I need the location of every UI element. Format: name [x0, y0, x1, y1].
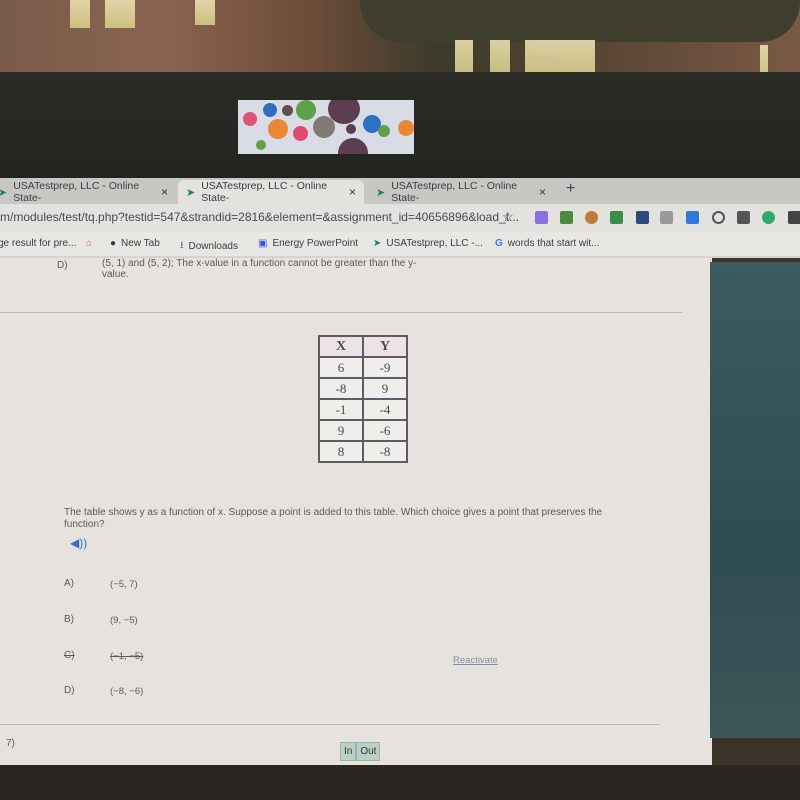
tab-title: USATestprep, LLC - Online State-	[13, 180, 140, 204]
choice-a-value[interactable]: (−5, 7)	[110, 579, 138, 590]
home-icon: ⌂	[86, 238, 93, 249]
browser-tab[interactable]: ➤ USATestprep, LLC - Online State- ×	[368, 180, 554, 204]
zoom-in-button[interactable]: In	[340, 742, 357, 761]
header-y: Y	[362, 335, 408, 358]
bookmark-item[interactable]: ge result for pre...	[0, 238, 76, 249]
divider	[0, 312, 682, 313]
bookmark-star-icon[interactable]: ☆	[502, 209, 514, 225]
favicon-icon: ➤	[0, 186, 8, 199]
classroom-icon: ▣	[258, 238, 268, 249]
choice-c-value[interactable]: (−1, −5)	[110, 651, 143, 662]
close-tab-icon[interactable]: ×	[539, 185, 546, 199]
camera-icon[interactable]	[636, 211, 649, 224]
favicon-icon: ➤	[376, 186, 386, 199]
zoom-out-button[interactable]: Out	[356, 742, 381, 761]
box-icon[interactable]	[660, 211, 673, 224]
grammarly-icon[interactable]	[762, 211, 775, 224]
close-tab-icon[interactable]: ×	[349, 185, 356, 199]
bookmark-item[interactable]: ⌂	[86, 238, 92, 249]
next-question-number: 7)	[6, 738, 15, 749]
browser-window: ➤ USATestprep, LLC - Online State- × ➤ U…	[0, 178, 800, 258]
table-row: 8 -8	[318, 440, 408, 463]
browser-tab[interactable]: ➤ USATestprep, LLC - Online State- ×	[0, 180, 176, 204]
browser-tab-active[interactable]: ➤ USATestprep, LLC - Online State- ×	[178, 180, 364, 204]
table-row: -8 9	[318, 377, 408, 400]
puzzle-icon[interactable]	[535, 211, 548, 224]
table-row: 6 -9	[318, 356, 408, 379]
table-header-row: X Y	[318, 335, 408, 358]
reactivate-link[interactable]: Reactivate	[453, 655, 498, 666]
tab-title: USATestprep, LLC - Online State-	[391, 180, 518, 204]
room-background	[0, 0, 800, 80]
close-tab-icon[interactable]: ×	[161, 185, 168, 199]
table-row: 9 -6	[318, 419, 408, 442]
bookmark-item[interactable]: ● New Tab	[110, 238, 160, 249]
tab-title: USATestprep, LLC - Online State-	[201, 180, 328, 204]
download-icon: ⭳	[180, 240, 184, 251]
choice-d-letter[interactable]: D)	[64, 685, 75, 696]
header-x: X	[318, 335, 364, 358]
choice-b-letter[interactable]: B)	[64, 614, 74, 625]
choice-b-value[interactable]: (9, −5)	[110, 615, 138, 626]
chrome-icon[interactable]	[585, 211, 598, 224]
prev-choice-letter: D)	[57, 260, 68, 271]
decorative-tape	[238, 100, 414, 154]
choice-c-letter[interactable]: C)	[64, 650, 75, 661]
right-panel	[710, 262, 800, 738]
tab-bar: ➤ USATestprep, LLC - Online State- × ➤ U…	[0, 178, 800, 204]
bookmark-item[interactable]: Gwords that start wit...	[495, 238, 599, 249]
bookmark-item[interactable]: ➤ USATestprep, LLC -...	[373, 238, 483, 249]
bookmark-item[interactable]: ⭳ Downloads	[180, 238, 238, 255]
speaker-icon[interactable]: ◀))	[70, 536, 87, 550]
cursor-icon: ➤	[373, 238, 382, 249]
prev-choice-text: (5, 1) and (5, 2); The x-value in a func…	[102, 258, 417, 280]
profile-icon[interactable]	[788, 211, 800, 224]
bookmark-item[interactable]: ▣ Energy PowerPoint	[258, 238, 358, 249]
b-icon[interactable]	[686, 211, 699, 224]
laptop-bottom-bezel	[0, 765, 800, 800]
zoom-controls: In Out	[340, 742, 381, 761]
question-text: The table shows y as a function of x. Su…	[64, 507, 603, 530]
url-text[interactable]: m/modules/test/tq.php?testid=547&strandi…	[0, 210, 519, 224]
classroom-icon[interactable]	[560, 211, 573, 224]
divider	[0, 724, 660, 725]
qr-icon[interactable]	[737, 211, 750, 224]
choice-a-letter[interactable]: A)	[64, 578, 74, 589]
power-icon[interactable]	[712, 211, 725, 224]
globe-icon: ●	[110, 238, 117, 249]
favicon-icon: ➤	[186, 186, 196, 199]
cast-icon[interactable]	[610, 211, 623, 224]
choice-d-value[interactable]: (−8, −6)	[110, 686, 143, 697]
table-row: -1 -4	[318, 398, 408, 421]
new-tab-button[interactable]: +	[566, 180, 575, 198]
function-table: X Y 6 -9 -8 9 -1 -4 9 -6 8 -8	[318, 335, 408, 463]
address-bar[interactable]: m/modules/test/tq.php?testid=547&strandi…	[0, 204, 800, 232]
bookmarks-bar: ge result for pre... ⌂ ● New Tab ⭳ Downloa…	[0, 232, 800, 256]
google-icon: G	[495, 238, 503, 249]
